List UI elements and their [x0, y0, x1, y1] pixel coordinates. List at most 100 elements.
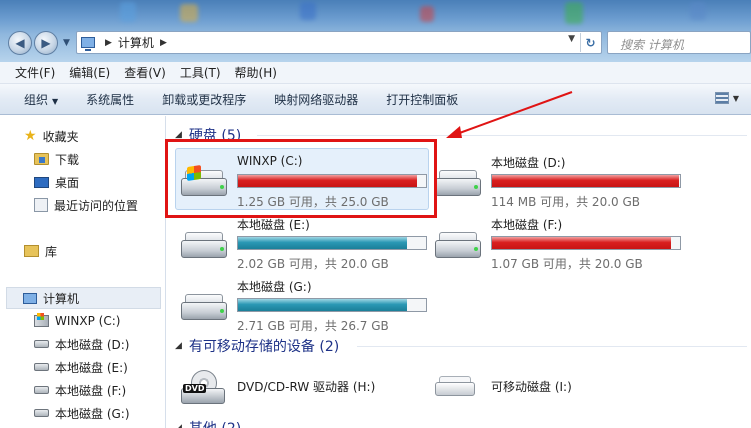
nav-item-desktop[interactable]: 桌面	[0, 171, 166, 193]
address-bar[interactable]: ▶ 计算机 ▶ ▼ ↻	[76, 31, 602, 54]
device-name: DVD/CD-RW 驱动器 (H:)	[237, 380, 376, 394]
recent-places-icon	[34, 198, 48, 212]
forward-arrow-icon: ▶	[41, 36, 51, 50]
hard-drive-icon	[435, 232, 483, 258]
drive-usage-bar	[491, 236, 681, 250]
breadcrumb-chevron-icon[interactable]: ▶	[160, 38, 167, 48]
nav-item-drive-d[interactable]: 本地磁盘 (D:)	[0, 333, 166, 355]
back-button[interactable]: ◀	[8, 31, 32, 55]
recent-pages-dropdown[interactable]: ▼	[63, 38, 70, 48]
group-title: 其他 (2)	[189, 418, 241, 428]
drive-usage-bar	[237, 298, 427, 312]
nav-label: 本地磁盘 (G:)	[55, 406, 130, 421]
downloads-folder-icon	[34, 153, 49, 165]
nav-label: 桌面	[55, 175, 80, 190]
blurred-desktop-icon	[180, 4, 198, 22]
drive-usage-fill	[492, 237, 671, 249]
hard-drive-icon	[181, 294, 229, 320]
star-icon: ★	[24, 128, 37, 144]
refresh-icon: ↻	[585, 35, 596, 50]
address-dropdown-icon[interactable]: ▼	[568, 34, 575, 44]
nav-item-drive-c[interactable]: WINXP (C:)	[0, 310, 166, 332]
hard-drive-icon	[435, 170, 483, 196]
collapse-triangle-icon[interactable]: ◢	[175, 341, 182, 351]
nav-item-drive-g[interactable]: 本地磁盘 (G:)	[0, 402, 166, 424]
nav-item-drive-e[interactable]: 本地磁盘 (E:)	[0, 356, 166, 378]
menu-edit[interactable]: 编辑(E)	[69, 64, 110, 81]
group-header-removable[interactable]: ◢ 有可移动存储的设备 (2)	[175, 336, 339, 356]
drive-usage-fill	[492, 175, 679, 187]
back-arrow-icon: ◀	[15, 36, 25, 50]
refresh-button[interactable]: ↻	[580, 33, 600, 52]
dvd-drive-icon: DVD	[181, 370, 225, 406]
menu-view[interactable]: 查看(V)	[124, 64, 166, 81]
drive-name: 本地磁盘 (F:)	[491, 218, 563, 232]
forward-button[interactable]: ▶	[34, 31, 58, 55]
map-network-drive-button[interactable]: 映射网络驱动器	[274, 91, 358, 108]
breadcrumb-computer[interactable]: 计算机	[118, 34, 154, 51]
organize-label: 组织	[24, 92, 49, 107]
drive-info: 1.07 GB 可用，共 20.0 GB	[491, 257, 643, 271]
hard-drive-icon	[34, 363, 49, 371]
desktop-icon	[34, 176, 49, 188]
view-details-icon	[714, 92, 729, 104]
group-header-other[interactable]: ◢ 其他 (2)	[175, 418, 241, 428]
drive-tile-e[interactable]: 本地磁盘 (E:) 2.02 GB 可用，共 20.0 GB	[173, 214, 427, 274]
breadcrumb-chevron-icon[interactable]: ▶	[105, 38, 112, 48]
drive-usage-bar	[491, 174, 681, 188]
blurred-desktop-icon	[690, 2, 706, 20]
drive-info: 114 MB 可用，共 20.0 GB	[491, 195, 640, 209]
menu-file[interactable]: 文件(F)	[15, 64, 55, 81]
nav-item-downloads[interactable]: 下载	[0, 148, 166, 170]
nav-label: 下载	[55, 152, 80, 167]
chevron-down-icon[interactable]: ▼	[733, 94, 739, 103]
nav-item-computer[interactable]: 计算机	[6, 287, 161, 309]
drive-name: 本地磁盘 (G:)	[237, 280, 312, 294]
computer-icon	[23, 292, 37, 304]
drive-usage-bar	[237, 236, 427, 250]
uninstall-program-button[interactable]: 卸载或更改程序	[162, 91, 246, 108]
blurred-desktop-icon	[420, 6, 434, 22]
drive-info: 2.71 GB 可用，共 26.7 GB	[237, 319, 389, 333]
hard-drive-icon	[181, 232, 229, 258]
drive-name: 本地磁盘 (E:)	[237, 218, 310, 232]
nav-label: 本地磁盘 (D:)	[55, 337, 130, 352]
drive-tile-d[interactable]: 本地磁盘 (D:) 114 MB 可用，共 20.0 GB	[427, 152, 681, 212]
device-tile-dvd[interactable]: DVD DVD/CD-RW 驱动器 (H:)	[173, 362, 423, 422]
collapse-triangle-icon[interactable]: ◢	[175, 423, 182, 428]
nav-label: 最近访问的位置	[54, 198, 139, 213]
removable-disk-icon	[435, 376, 479, 398]
drive-tile-f[interactable]: 本地磁盘 (F:) 1.07 GB 可用，共 20.0 GB	[427, 214, 681, 274]
system-drive-icon	[34, 313, 49, 327]
nav-item-favorites[interactable]: ★ 收藏夹	[0, 125, 166, 147]
group-title: 有可移动存储的设备 (2)	[188, 339, 340, 355]
search-input[interactable]: 搜索 计算机	[607, 31, 751, 54]
device-tile-removable[interactable]: 可移动磁盘 (I:)	[427, 362, 677, 422]
menu-help[interactable]: 帮助(H)	[235, 64, 277, 81]
nav-item-libraries[interactable]: 库	[0, 240, 166, 262]
nav-label: 本地磁盘 (F:)	[55, 383, 127, 398]
organize-button[interactable]: 组织 ▼	[24, 91, 58, 108]
command-bar: 组织 ▼ 系统属性 卸载或更改程序 映射网络驱动器 打开控制面板 ▼	[0, 84, 751, 115]
device-name: 可移动磁盘 (I:)	[491, 380, 572, 394]
nav-item-recent[interactable]: 最近访问的位置	[0, 194, 166, 216]
system-properties-button[interactable]: 系统属性	[86, 91, 134, 108]
blurred-desktop-icon	[565, 2, 583, 24]
blurred-desktop-icon	[300, 2, 316, 20]
drive-usage-fill	[238, 299, 408, 311]
drive-tile-g[interactable]: 本地磁盘 (G:) 2.71 GB 可用，共 26.7 GB	[173, 276, 427, 336]
menu-bar: 文件(F) 编辑(E) 查看(V) 工具(T) 帮助(H)	[0, 62, 751, 84]
menu-tools[interactable]: 工具(T)	[180, 64, 221, 81]
hard-drive-icon	[34, 386, 49, 394]
blurred-desktop-icon	[120, 2, 136, 22]
hard-drive-icon	[34, 409, 49, 417]
annotation-arrow	[446, 91, 573, 138]
nav-label: 收藏夹	[42, 129, 79, 144]
drive-name: 本地磁盘 (D:)	[491, 156, 566, 170]
nav-label: WINXP (C:)	[55, 314, 121, 328]
title-bar: ◀ ▶ ▼ ▶ 计算机 ▶ ▼ ↻ 搜索 计算机	[0, 0, 751, 62]
nav-item-drive-f[interactable]: 本地磁盘 (F:)	[0, 379, 166, 401]
hard-drive-icon	[34, 340, 49, 348]
change-view-button[interactable]: ▼	[714, 92, 739, 104]
nav-label: 计算机	[43, 291, 80, 306]
